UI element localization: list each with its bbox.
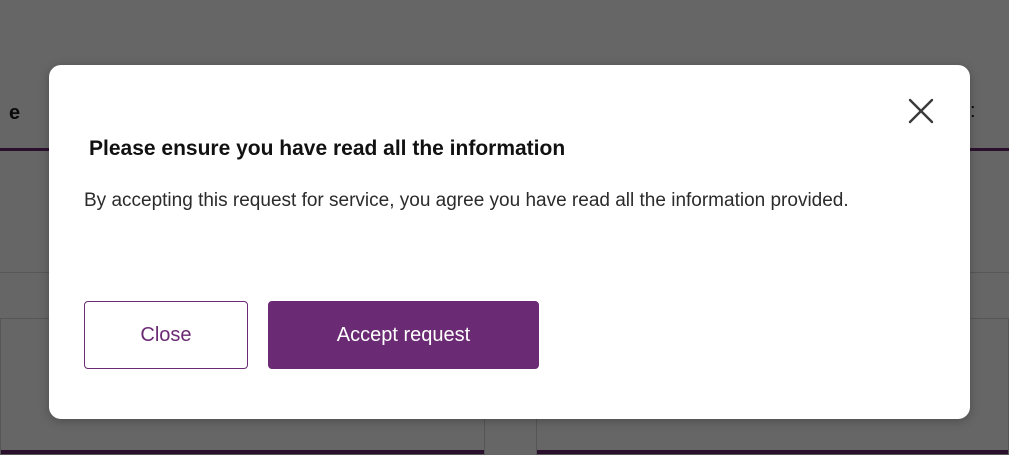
dialog-title: Please ensure you have read all the info… <box>89 137 566 160</box>
accept-request-button[interactable]: Accept request <box>268 301 539 369</box>
dialog-message: By accepting this request for service, y… <box>84 190 849 211</box>
close-button[interactable]: Close <box>84 301 248 369</box>
close-icon[interactable] <box>905 95 937 127</box>
confirmation-dialog: Please ensure you have read all the info… <box>49 65 970 419</box>
